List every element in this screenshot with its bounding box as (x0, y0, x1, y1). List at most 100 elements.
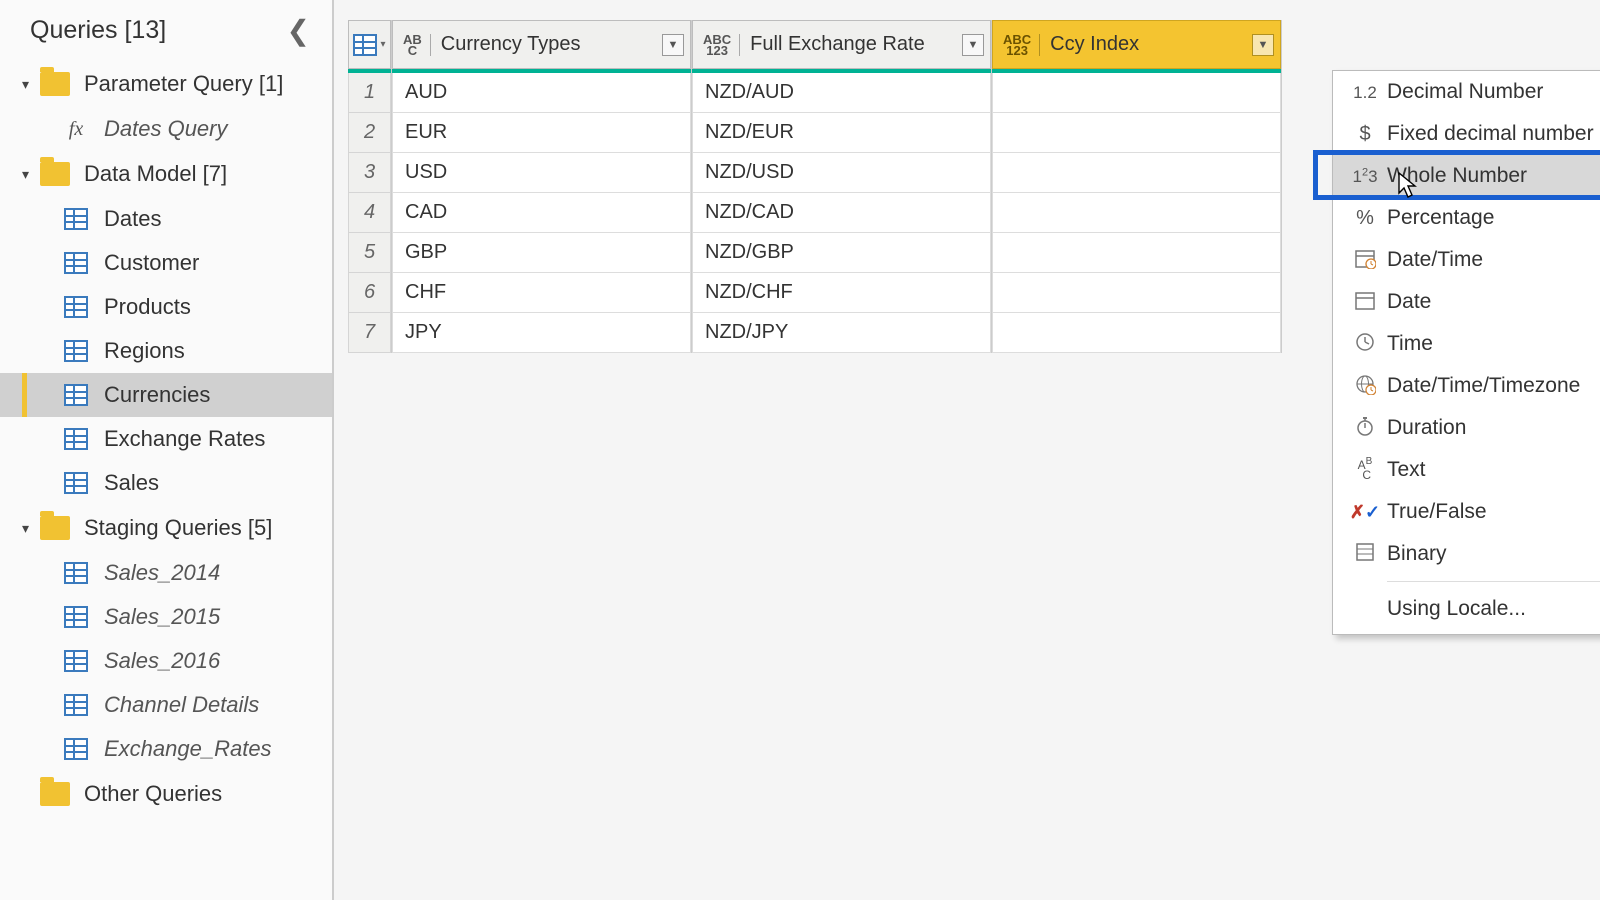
query-item[interactable]: Regions (0, 329, 332, 373)
query-item[interactable]: fxDates Query (0, 107, 332, 151)
table-cell[interactable] (992, 193, 1281, 233)
table-cell[interactable] (992, 113, 1281, 153)
type-option[interactable]: Time (1333, 323, 1600, 365)
table-cell[interactable] (992, 273, 1281, 313)
row-column-header[interactable]: ▾ (348, 20, 391, 69)
filter-button[interactable]: ▼ (1252, 34, 1274, 56)
type-option[interactable]: 1.2Decimal Number (1333, 71, 1600, 113)
type-option[interactable]: Date/Time (1333, 239, 1600, 281)
table-icon (64, 252, 88, 274)
query-item[interactable]: Sales (0, 461, 332, 505)
column-name: Currency Types (441, 33, 581, 56)
query-item[interactable]: Customer (0, 241, 332, 285)
row-number[interactable]: 6 (348, 273, 391, 313)
column-header[interactable]: ABC123Ccy Index▼ (992, 20, 1281, 69)
type-option[interactable]: Date (1333, 281, 1600, 323)
row-number[interactable]: 7 (348, 313, 391, 353)
type-option-icon (1343, 373, 1387, 400)
table-cell[interactable]: CAD (392, 193, 691, 233)
type-option[interactable]: $Fixed decimal number (1333, 113, 1600, 155)
query-item[interactable]: Sales_2014 (0, 551, 332, 595)
query-item[interactable]: Sales_2015 (0, 595, 332, 639)
type-option-label: Time (1387, 332, 1433, 356)
table-icon (64, 562, 88, 584)
column-header[interactable]: ABC123Full Exchange Rate▼ (692, 20, 991, 69)
query-label: Exchange Rates (104, 426, 265, 452)
fx-icon: fx (64, 118, 88, 141)
table-cell[interactable]: NZD/EUR (692, 113, 991, 153)
row-number[interactable]: 4 (348, 193, 391, 233)
table-cell[interactable]: NZD/CAD (692, 193, 991, 233)
query-item[interactable]: Sales_2016 (0, 639, 332, 683)
table-icon (64, 694, 88, 716)
type-change-menu[interactable]: 1.2Decimal Number$Fixed decimal number12… (1332, 70, 1600, 635)
filter-button[interactable]: ▼ (662, 34, 684, 56)
query-label: Exchange_Rates (104, 736, 272, 762)
type-option-icon: ✗✓ (1343, 502, 1387, 523)
query-item[interactable]: Exchange_Rates (0, 727, 332, 771)
type-option[interactable]: AB CText (1333, 449, 1600, 491)
type-icon[interactable]: ABC123 (703, 34, 740, 56)
table-cell[interactable]: GBP (392, 233, 691, 273)
folder-icon (40, 516, 70, 540)
type-option-label: Whole Number (1387, 164, 1527, 188)
query-item[interactable]: Channel Details (0, 683, 332, 727)
table-cell[interactable]: JPY (392, 313, 691, 353)
type-icon[interactable]: ABC (403, 34, 431, 56)
table-cell[interactable]: NZD/CHF (692, 273, 991, 313)
type-option[interactable]: Date/Time/Timezone (1333, 365, 1600, 407)
folder-1[interactable]: ▾Data Model [7] (0, 151, 332, 197)
table-cell[interactable]: NZD/AUD (692, 73, 991, 113)
table-cell[interactable]: NZD/USD (692, 153, 991, 193)
filter-button[interactable]: ▼ (962, 34, 984, 56)
table-icon (64, 472, 88, 494)
type-option-label: Using Locale... (1387, 597, 1526, 621)
chevron-down-icon: ▾ (22, 520, 40, 537)
table-icon (64, 384, 88, 406)
query-label: Sales (104, 470, 159, 496)
table-cell[interactable]: AUD (392, 73, 691, 113)
query-item[interactable]: Dates (0, 197, 332, 241)
folder-0[interactable]: ▾Parameter Query [1] (0, 61, 332, 107)
collapse-sidebar-button[interactable]: ❮ (287, 14, 310, 47)
table-cell[interactable]: NZD/GBP (692, 233, 991, 273)
type-option[interactable]: Using Locale... (1333, 588, 1600, 630)
folder-2[interactable]: ▾ Staging Queries [5] (0, 505, 332, 551)
type-option-label: Percentage (1387, 206, 1494, 230)
query-item[interactable]: Currencies (0, 373, 332, 417)
table-cell[interactable] (992, 233, 1281, 273)
type-option[interactable]: Binary (1333, 533, 1600, 575)
folder-icon (40, 162, 70, 186)
query-item[interactable]: Products (0, 285, 332, 329)
query-label: Sales_2016 (104, 648, 220, 674)
type-option[interactable]: Duration (1333, 407, 1600, 449)
folder-3[interactable]: Other Queries (0, 771, 332, 817)
table-cell[interactable] (992, 313, 1281, 353)
type-option[interactable]: %Percentage (1333, 197, 1600, 239)
column-header[interactable]: ABC Currency Types ▼ (392, 20, 691, 69)
type-option-label: Date (1387, 290, 1431, 314)
query-label: Channel Details (104, 692, 259, 718)
table-cell[interactable]: EUR (392, 113, 691, 153)
menu-separator (1387, 581, 1600, 582)
type-option[interactable]: ✗✓True/False (1333, 491, 1600, 533)
table-cell[interactable] (992, 73, 1281, 113)
row-number[interactable]: 1 (348, 73, 391, 113)
row-number[interactable]: 5 (348, 233, 391, 273)
table-cell[interactable]: USD (392, 153, 691, 193)
table-cell[interactable]: NZD/JPY (692, 313, 991, 353)
row-number[interactable]: 3 (348, 153, 391, 193)
table-icon (64, 606, 88, 628)
sidebar-header: Queries [13] ❮ (0, 0, 332, 61)
row-number[interactable]: 2 (348, 113, 391, 153)
type-option-icon (1343, 541, 1387, 568)
sidebar-title: Queries [13] (30, 16, 166, 45)
type-icon[interactable]: ABC123 (1003, 34, 1040, 56)
type-option-icon: AB C (1343, 457, 1387, 484)
table-icon (64, 340, 88, 362)
type-option[interactable]: 123Whole Number (1333, 155, 1600, 197)
query-item[interactable]: Exchange Rates (0, 417, 332, 461)
table-cell[interactable] (992, 153, 1281, 193)
table-cell[interactable]: CHF (392, 273, 691, 313)
folder-label: Staging Queries [5] (84, 515, 272, 541)
